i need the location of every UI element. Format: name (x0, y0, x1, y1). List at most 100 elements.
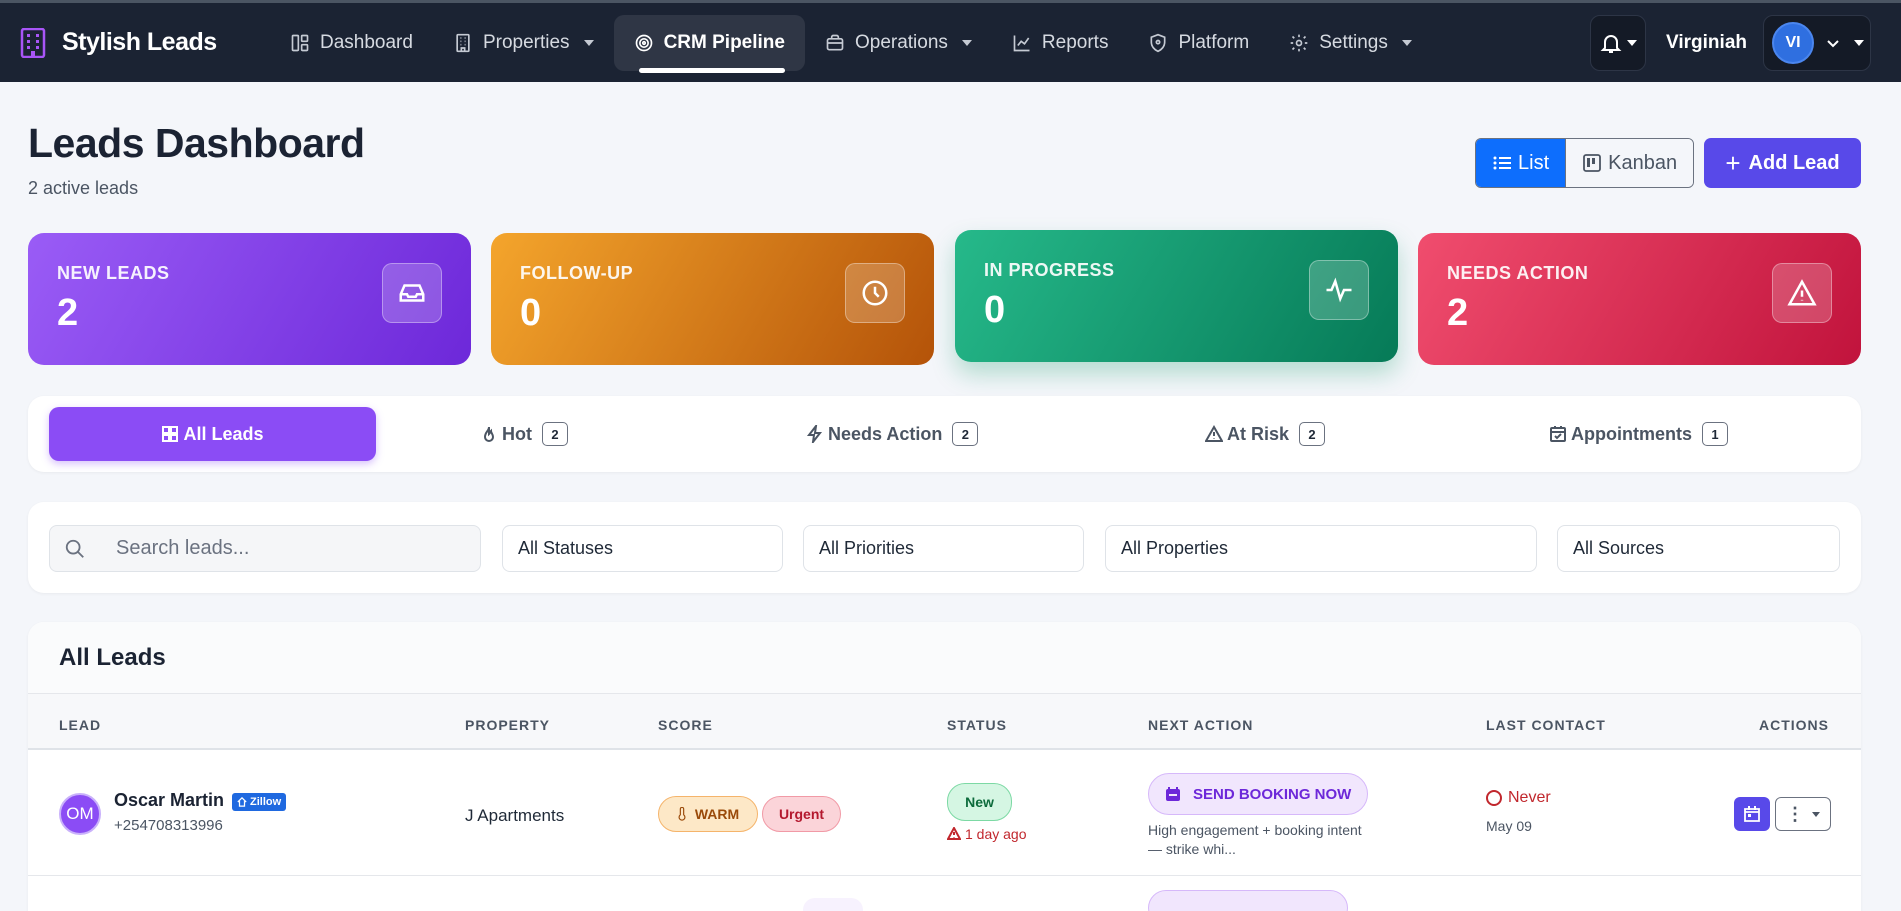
tab-needs-action[interactable]: Needs Action 2 (806, 407, 979, 461)
caret-down-icon (1401, 39, 1412, 46)
search-input[interactable] (116, 537, 446, 560)
nav-item-platform[interactable]: Platform (1128, 15, 1269, 71)
tab-all-leads[interactable]: All Leads (49, 407, 376, 461)
tab-count-badge: 2 (1299, 422, 1326, 446)
status-age: 1 day ago (947, 826, 1027, 842)
status-filter-select[interactable]: All Statuses (502, 525, 783, 572)
caret-down-icon (1627, 40, 1638, 46)
nav-item-label: Operations (854, 31, 948, 53)
page-title: Leads Dashboard (28, 120, 365, 166)
home-icon (237, 797, 247, 807)
partial-row-badge (803, 898, 863, 911)
table-row[interactable]: OM Oscar Martin Zillow +254708313996 J A… (28, 752, 1861, 876)
row-more-actions-button[interactable]: ⋮ (1775, 797, 1831, 831)
calendar-icon (1166, 787, 1180, 801)
brand[interactable]: Stylish Leads (20, 27, 270, 58)
score-badge: WARM (658, 796, 758, 832)
view-toggle: List Kanban (1475, 138, 1695, 188)
tab-label: Appointments (1571, 423, 1692, 444)
tab-hot[interactable]: Hot 2 (480, 407, 568, 461)
add-lead-button[interactable]: + Add Lead (1704, 138, 1861, 188)
stat-card-in-progress[interactable]: IN PROGRESS 0 (955, 230, 1398, 362)
last-contact-date: May 09 (1486, 818, 1532, 834)
search-box (49, 525, 481, 572)
next-action-button[interactable]: SEND BOOKING NOW (1148, 773, 1369, 815)
column-header-status[interactable]: STATUS (947, 717, 1007, 733)
table-title: All Leads (59, 644, 166, 671)
column-header-property[interactable]: PROPERTY (465, 717, 550, 733)
fire-icon (483, 426, 495, 442)
source-badge: Zillow (232, 793, 287, 811)
shield-icon (1150, 33, 1166, 52)
nav-item-settings[interactable]: Settings (1269, 15, 1432, 71)
kanban-view-button[interactable]: Kanban (1565, 139, 1694, 187)
notifications-button[interactable] (1590, 15, 1647, 71)
tab-label: Needs Action (828, 423, 943, 444)
bell-icon (1600, 35, 1622, 53)
lead-avatar: OM (59, 793, 101, 835)
nav-item-label: Settings (1319, 31, 1388, 53)
calendar-check-icon (1550, 426, 1566, 442)
tab-appointments[interactable]: Appointments 1 (1549, 407, 1728, 461)
briefcase-icon (826, 34, 844, 50)
activity-icon (1309, 260, 1369, 320)
priority-badge: Urgent (762, 796, 841, 832)
nav-item-operations[interactable]: Operations (805, 15, 992, 71)
caret-down-icon (961, 39, 972, 46)
thermometer-icon (678, 807, 686, 821)
list-icon (1493, 156, 1511, 170)
user-menu-button[interactable]: VI (1763, 15, 1871, 71)
list-view-button[interactable]: List (1476, 139, 1566, 187)
lead-name[interactable]: Oscar Martin (114, 790, 224, 811)
lead-property: J Apartments (465, 806, 565, 825)
clock-icon (845, 263, 905, 323)
stat-card-follow-up[interactable]: FOLLOW-UP 0 (491, 233, 934, 365)
status-badge: New (947, 783, 1012, 821)
column-header-score[interactable]: SCORE (658, 717, 713, 733)
schedule-button[interactable] (1734, 797, 1770, 831)
status-age-text: 1 day ago (965, 826, 1027, 842)
column-header-actions: ACTIONS (1759, 717, 1829, 733)
tab-label: Hot (502, 423, 532, 444)
next-action-label: SEND BOOKING NOW (1193, 785, 1352, 803)
nav-user-area: Virginiah VI (1590, 15, 1871, 71)
nav-item-reports[interactable]: Reports (992, 15, 1129, 71)
column-header-lead[interactable]: LEAD (59, 717, 101, 733)
brand-name: Stylish Leads (62, 28, 217, 56)
stat-card-needs-action[interactable]: NEEDS ACTION 2 (1418, 233, 1861, 365)
search-icon (65, 539, 84, 558)
grid-icon (162, 426, 179, 442)
tab-at-risk[interactable]: At Risk 2 (1205, 407, 1326, 461)
caret-down-icon (1812, 811, 1820, 817)
nav-item-dashboard[interactable]: Dashboard (270, 15, 433, 71)
warning-icon (1772, 263, 1832, 323)
chart-icon (1013, 35, 1030, 51)
building-icon (456, 33, 470, 52)
target-icon (635, 34, 652, 51)
user-name[interactable]: Virginiah (1666, 32, 1747, 54)
nav-menu: Dashboard Properties CRM Pipeline Operat… (270, 3, 1432, 82)
property-filter-select[interactable]: All Properties (1105, 525, 1537, 572)
circle-icon (1486, 790, 1502, 806)
kanban-view-label: Kanban (1608, 151, 1678, 174)
source-filter-select[interactable]: All Sources (1557, 525, 1840, 572)
nav-item-crm-pipeline[interactable]: CRM Pipeline (613, 14, 805, 73)
plus-icon: + (1725, 148, 1741, 178)
tab-label: At Risk (1227, 423, 1290, 444)
last-contact-text: Never (1508, 789, 1551, 806)
priority-filter-select[interactable]: All Priorities (803, 525, 1084, 572)
warning-icon (947, 827, 961, 840)
add-lead-label: Add Lead (1748, 151, 1840, 174)
lead-filter-tabs: All Leads Hot 2 Needs Action 2 At Risk 2… (28, 396, 1861, 472)
stat-card-new-leads[interactable]: NEW LEADS 2 (28, 233, 471, 365)
caret-down-icon (1854, 40, 1864, 46)
nav-item-label: Platform (1178, 31, 1250, 53)
column-header-last-contact[interactable]: LAST CONTACT (1486, 717, 1606, 733)
nav-item-label: Reports (1041, 31, 1109, 53)
nav-item-label: CRM Pipeline (663, 31, 785, 53)
tab-count-badge: 1 (1702, 422, 1728, 446)
column-header-next-action[interactable]: NEXT ACTION (1148, 717, 1253, 733)
last-contact-status: Never (1486, 789, 1551, 807)
calendar-icon (1744, 806, 1760, 822)
nav-item-properties[interactable]: Properties (433, 15, 614, 71)
